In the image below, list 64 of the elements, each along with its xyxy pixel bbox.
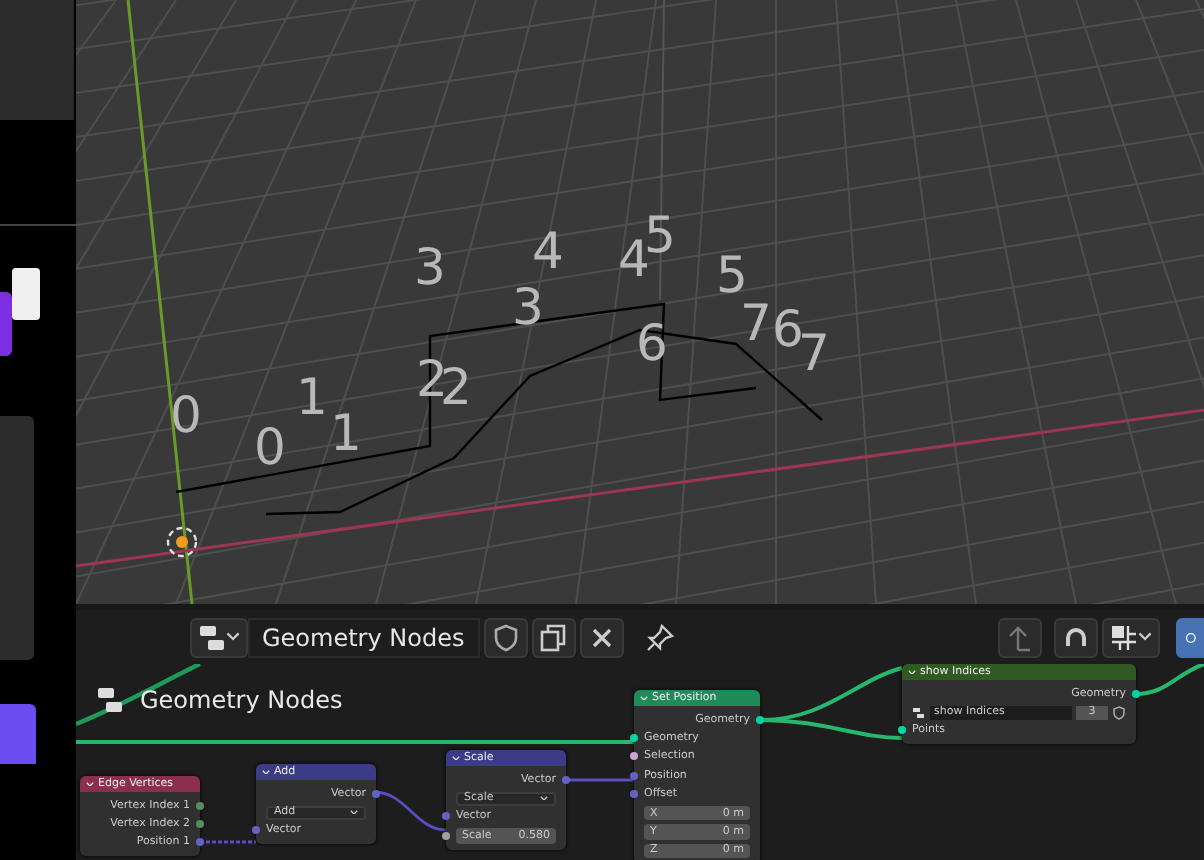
duplicate-button[interactable] [532, 617, 576, 657]
grid-snap-icon [1110, 623, 1138, 651]
node-socket[interactable] [630, 752, 638, 761]
node-tree-icon [912, 705, 926, 720]
caret-icon [452, 755, 460, 761]
caret-icon [262, 769, 270, 775]
vertex-index-label: 2 [440, 358, 472, 416]
vertex-index-label: 4 [618, 230, 650, 288]
node-socket[interactable] [756, 715, 764, 724]
node-socket[interactable] [630, 771, 638, 780]
node-socket[interactable] [196, 801, 204, 810]
node-socket[interactable] [630, 790, 638, 799]
close-button[interactable] [580, 617, 624, 657]
node-tree-icon [198, 623, 226, 651]
3d-viewport[interactable]: 0 0 1 1 22 3 3 4 45 5 6 767 [76, 0, 1204, 604]
3d-cursor-icon [166, 526, 198, 558]
overlay-button[interactable] [1176, 617, 1204, 657]
shield-icon [1112, 705, 1126, 720]
breadcrumb-title: Geometry Nodes [140, 686, 343, 714]
node-socket[interactable] [1132, 689, 1140, 698]
caret-icon [350, 809, 358, 815]
node-socket[interactable] [562, 775, 570, 784]
vertex-index-label: 1 [330, 404, 362, 462]
copy-icon [540, 623, 568, 651]
shield-icon [492, 623, 520, 651]
vertex-index-label: 5 [644, 206, 676, 264]
close-icon [588, 623, 616, 651]
vertex-index-label: 0 [254, 418, 286, 476]
side-panel [0, 0, 74, 120]
node-link [566, 778, 634, 782]
snap-mode-button[interactable] [1102, 617, 1160, 657]
node-link [1135, 664, 1204, 696]
vertex-index-label: 1 [296, 368, 328, 426]
editor-type-button[interactable] [190, 617, 248, 657]
snap-button[interactable] [1054, 617, 1098, 657]
arrow-up-icon [1006, 623, 1034, 651]
caret-icon [640, 695, 648, 701]
node-socket[interactable] [442, 831, 450, 840]
vertex-index-label: 4 [532, 222, 564, 280]
vertex-index-label: 7 [798, 324, 830, 382]
magnet-icon [1062, 623, 1090, 651]
vertex-index-label: 6 [772, 300, 804, 358]
vertex-index-label: 0 [170, 386, 202, 444]
caret-icon [1138, 632, 1152, 642]
node-socket[interactable] [372, 789, 380, 798]
node-socket[interactable] [442, 812, 450, 821]
vertex-index-label: 6 [636, 314, 668, 372]
node-tree-name-field[interactable]: Geometry Nodes [248, 617, 480, 657]
node-socket[interactable] [898, 726, 906, 735]
vertex-index-label: 3 [414, 238, 446, 296]
node-socket[interactable] [196, 838, 204, 847]
node-tree-icon [96, 686, 124, 714]
pin-icon [646, 623, 674, 651]
node-socket[interactable] [196, 820, 204, 829]
fake-user-button[interactable] [484, 617, 528, 657]
vertex-index-label: 3 [512, 278, 544, 336]
node-socket[interactable] [252, 826, 260, 835]
node-link [200, 840, 256, 844]
parent-node-tree-button[interactable] [998, 617, 1042, 657]
caret-icon [540, 795, 548, 801]
node-socket[interactable] [630, 734, 638, 743]
caret-icon [86, 781, 94, 787]
caret-icon [226, 632, 240, 642]
caret-icon [908, 669, 916, 675]
